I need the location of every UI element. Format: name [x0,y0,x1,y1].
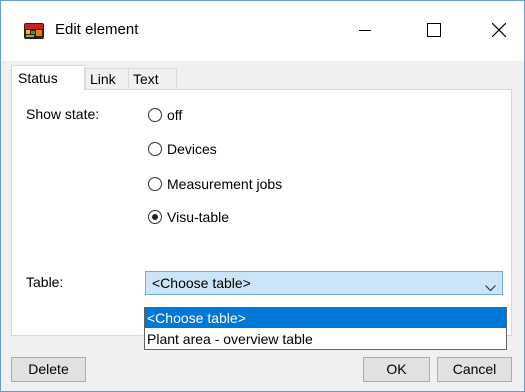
ok-button[interactable]: OK [363,357,430,382]
dropdown-option-choose-table[interactable]: <Choose table> [145,308,506,328]
radio-label-measurement-jobs: Measurement jobs [167,176,283,192]
radio-button-checked[interactable] [148,210,162,224]
show-state-label: Show state: [26,106,100,122]
maximize-icon [427,22,441,40]
dropdown-option-plant-area[interactable]: Plant area - overview table [145,329,506,349]
minimize-icon [359,23,371,39]
table-combobox-value: <Choose table> [152,275,251,291]
radio-measurement-jobs[interactable]: Measurement jobs [148,174,282,194]
tab-status[interactable]: Status [11,65,85,90]
radio-devices[interactable]: Devices [148,139,217,159]
table-label: Table: [26,274,64,290]
radio-button[interactable] [148,108,162,122]
radio-label-visu-table: Visu-table [167,209,230,225]
tab-text[interactable]: Text [128,68,177,89]
cancel-button[interactable]: Cancel [437,357,512,382]
maximize-button[interactable] [411,1,457,61]
tab-link[interactable]: Link [85,68,129,89]
close-button[interactable] [476,1,522,61]
title-bar[interactable]: Edit element [1,1,524,61]
app-icon [24,23,44,39]
radio-label-off: off [167,107,183,123]
chevron-down-icon[interactable] [485,279,496,295]
status-tab-panel: Show state: off Devices Measurement jobs… [11,89,512,336]
radio-visu-table[interactable]: Visu-table [148,207,229,227]
radio-off[interactable]: off [148,105,182,125]
table-dropdown-list: <Choose table> Plant area - overview tab… [144,307,507,350]
delete-button[interactable]: Delete [11,357,86,382]
table-combobox[interactable]: <Choose table> [145,271,503,295]
radio-button[interactable] [148,177,162,191]
edit-element-dialog: Edit element Status Link Text Show state… [0,0,525,392]
minimize-button[interactable] [342,1,388,61]
window-title: Edit element [55,21,139,38]
close-icon [491,22,507,40]
radio-button[interactable] [148,142,162,156]
radio-label-devices: Devices [167,141,217,157]
